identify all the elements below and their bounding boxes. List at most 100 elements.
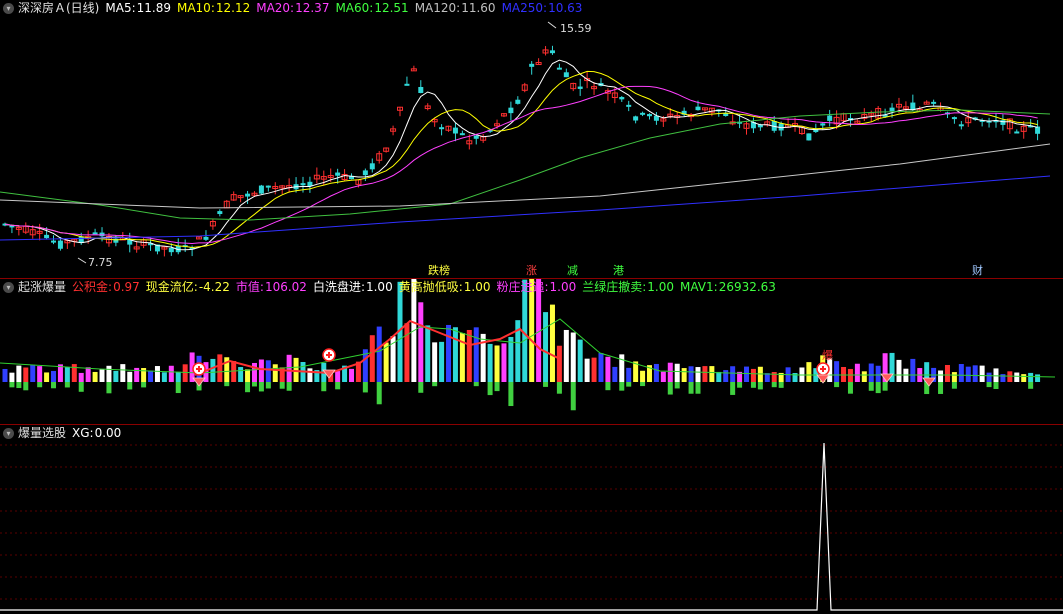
volume-bar-chart[interactable]: 爆 xyxy=(0,279,1063,424)
volume-bar xyxy=(272,364,278,382)
candle-body xyxy=(418,86,424,93)
ma-line xyxy=(4,85,1038,245)
volume-bar xyxy=(986,372,992,382)
volume-bar xyxy=(1028,372,1034,382)
candle-body xyxy=(452,127,458,134)
low-pointer xyxy=(77,257,87,264)
volume-bar xyxy=(369,335,375,382)
volume-bar xyxy=(16,365,22,382)
volume-bar xyxy=(64,367,70,382)
screener-indicator-pane[interactable]: ▾ 爆量选股 XG:0.00 xyxy=(0,425,1063,614)
volume-bar xyxy=(71,364,77,382)
volume-bar xyxy=(37,366,43,382)
legend-value: 106.02 xyxy=(264,280,307,294)
volume-bar xyxy=(993,368,999,382)
signal-line-chart[interactable] xyxy=(0,425,1063,614)
volume-bar xyxy=(626,367,632,382)
volume-bar xyxy=(466,329,472,382)
volume-indicator-pane[interactable]: ▾ 起涨爆量 公积金:0.97 现金流亿:-4.22 市值:106.02 白洗盘进:1… xyxy=(0,279,1063,424)
volume-bar xyxy=(349,368,354,382)
volume-bar-negative xyxy=(141,382,147,388)
collapse-icon[interactable]: ▾ xyxy=(3,427,14,439)
volume-bar-negative xyxy=(882,382,888,391)
legend-item: MA10:12.12 xyxy=(177,1,250,15)
volume-bar-negative xyxy=(224,382,230,387)
volume-bar xyxy=(716,371,722,382)
candle-body xyxy=(529,63,535,67)
legend-value: 0.00 xyxy=(94,426,122,440)
candle-body xyxy=(459,133,465,136)
candle-body xyxy=(695,106,701,111)
volume-bar-negative xyxy=(376,382,382,405)
volume-bar xyxy=(473,327,479,382)
volume-bar xyxy=(702,366,708,382)
volume-bar-negative xyxy=(321,382,327,392)
candle-body xyxy=(404,83,410,86)
collapse-icon[interactable]: ▾ xyxy=(3,281,14,293)
collapse-icon[interactable]: ▾ xyxy=(3,2,14,14)
volume-bar xyxy=(120,364,126,382)
stock-title: 深深房Ａ(日线) xyxy=(18,1,100,15)
volume-bar xyxy=(9,372,15,382)
volume-bar xyxy=(44,372,50,382)
low-price-label: 7.75 xyxy=(88,256,113,269)
ma-line xyxy=(4,59,1038,251)
volume-bar xyxy=(549,304,555,382)
legend-label: 黄高抛低吸: xyxy=(398,280,463,294)
candle-body xyxy=(1035,126,1041,134)
high-price-label: 15.59 xyxy=(560,22,592,35)
high-pointer xyxy=(547,21,557,29)
legend-label: 市值: xyxy=(235,280,264,294)
candle-body xyxy=(362,170,368,176)
volume-bar-negative xyxy=(64,382,70,388)
volume-bar-negative xyxy=(418,382,424,393)
legend-label: MA10: xyxy=(176,1,215,15)
volume-bar xyxy=(543,312,549,382)
volume-bar xyxy=(161,372,167,382)
candle-body xyxy=(563,72,569,78)
price-chart-pane[interactable]: ▾ 深深房Ａ(日线) MA5:11.89 MA10:12.12 MA20:12.37… xyxy=(0,0,1063,278)
candle-body xyxy=(1014,131,1020,134)
candle-body xyxy=(265,185,271,188)
volume-bar-negative xyxy=(640,382,646,387)
volume-bar xyxy=(681,368,687,382)
volume-bar-negative xyxy=(778,382,784,388)
volume-bar xyxy=(640,370,646,382)
volume-bar xyxy=(106,365,112,382)
event-marker[interactable]: 涨 xyxy=(525,262,538,278)
volume-bar-negative xyxy=(834,382,840,388)
event-marker[interactable]: 港 xyxy=(612,262,625,278)
volume-bar xyxy=(78,372,84,382)
event-marker[interactable]: 财 xyxy=(971,262,984,278)
volume-bar-negative xyxy=(993,382,999,390)
candle-body xyxy=(515,99,521,104)
volume-bar xyxy=(92,371,98,382)
volume-bar-negative xyxy=(688,382,694,394)
volume-bar xyxy=(750,368,756,382)
volume-bar-negative xyxy=(674,382,680,389)
volume-bar-negative xyxy=(570,382,576,411)
volume-bar xyxy=(175,371,181,382)
volume-bar xyxy=(245,369,251,382)
volume-bar xyxy=(1014,372,1020,382)
volume-bar-negative xyxy=(986,382,992,388)
volume-bar-negative xyxy=(494,382,500,392)
event-marker[interactable]: 跌榜 xyxy=(427,262,451,278)
volume-bar xyxy=(653,363,659,382)
indicator1-header: ▾ 起涨爆量 公积金:0.97 现金流亿:-4.22 市值:106.02 白洗盘进:1… xyxy=(0,279,782,295)
candle-body xyxy=(931,101,937,104)
legend-value: 11.89 xyxy=(136,1,171,15)
volume-bar xyxy=(695,367,701,382)
volume-bar xyxy=(1035,374,1041,382)
volume-bar-negative xyxy=(1028,382,1034,389)
volume-bar-negative xyxy=(626,382,632,387)
legend-value: 12.37 xyxy=(295,1,330,15)
event-marker[interactable]: 减 xyxy=(566,262,579,278)
volume-bar xyxy=(425,325,431,382)
legend-label: 粉庄进追: xyxy=(496,280,549,294)
volume-bar xyxy=(335,371,341,382)
legend-item: MA250:10.63 xyxy=(502,1,583,15)
candlestick-chart[interactable]: 15.59 7.75 xyxy=(0,0,1063,278)
volume-bar xyxy=(744,366,750,382)
candle-body xyxy=(44,234,50,239)
